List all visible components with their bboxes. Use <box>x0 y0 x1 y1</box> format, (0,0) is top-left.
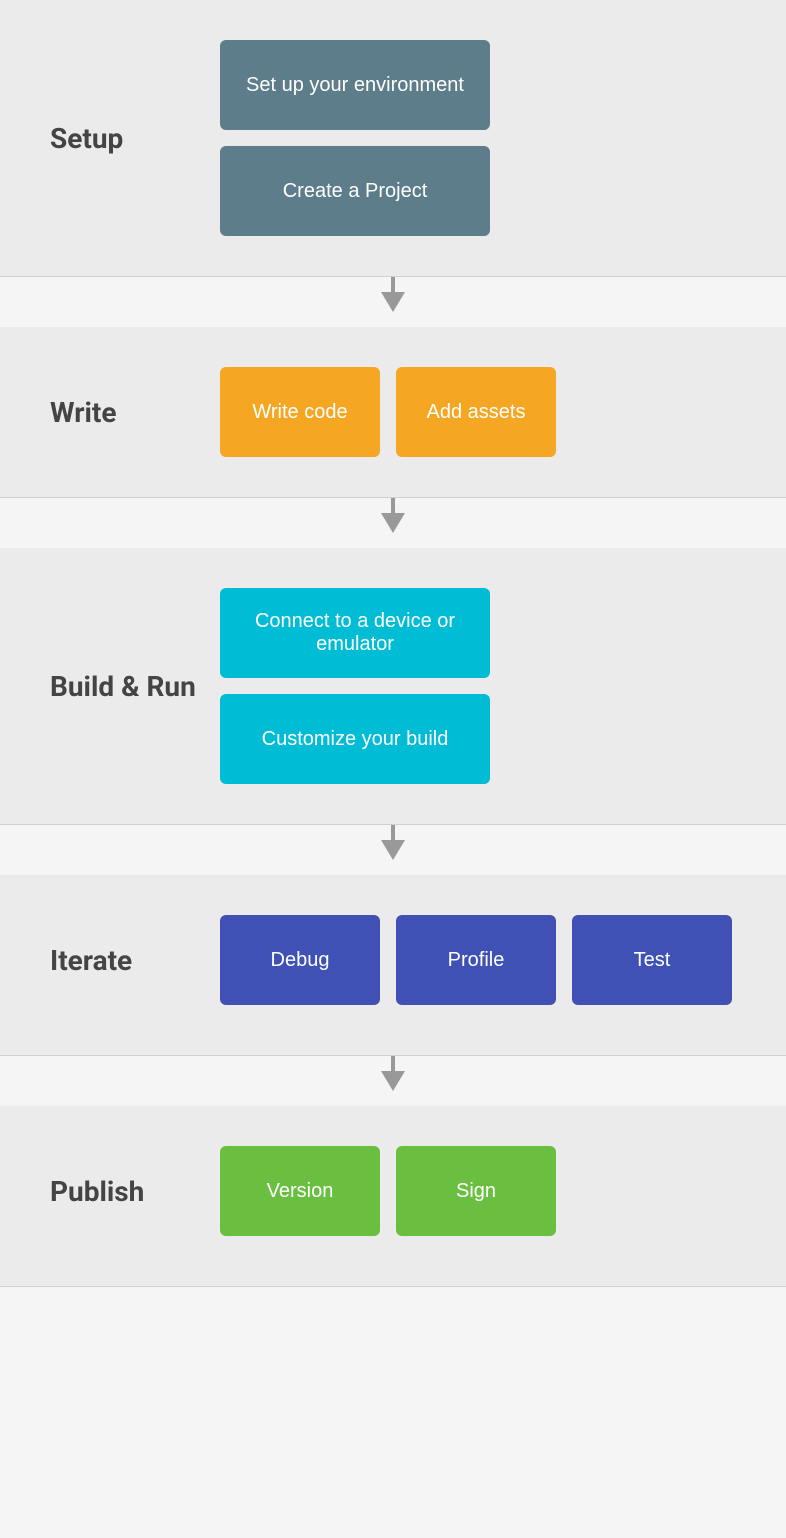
publish-buttons: Version Sign <box>220 1146 786 1236</box>
add-assets-button[interactable]: Add assets <box>396 367 556 457</box>
iterate-label: Iterate <box>0 944 220 977</box>
create-project-button[interactable]: Create a Project <box>220 146 490 236</box>
connect-device-button[interactable]: Connect to a device or emulator <box>220 588 490 678</box>
debug-button[interactable]: Debug <box>220 915 380 1005</box>
setup-section: Setup Set up your environment Create a P… <box>0 0 786 277</box>
set-up-env-button[interactable]: Set up your environment <box>220 40 490 130</box>
publish-section: Publish Version Sign <box>0 1106 786 1287</box>
arrow-down-icon-3 <box>381 840 405 860</box>
buildrun-section: Build & Run Connect to a device or emula… <box>0 548 786 825</box>
sign-button[interactable]: Sign <box>396 1146 556 1236</box>
arrow-1 <box>0 277 786 327</box>
version-button[interactable]: Version <box>220 1146 380 1236</box>
setup-buttons: Set up your environment Create a Project <box>220 40 490 236</box>
write-label: Write <box>0 396 220 429</box>
profile-button[interactable]: Profile <box>396 915 556 1005</box>
buildrun-label: Build & Run <box>0 670 220 703</box>
arrow-4 <box>0 1056 786 1106</box>
write-code-button[interactable]: Write code <box>220 367 380 457</box>
buildrun-buttons: Connect to a device or emulator Customiz… <box>220 588 490 784</box>
publish-label: Publish <box>0 1175 220 1208</box>
setup-label: Setup <box>0 122 220 155</box>
write-section: Write Write code Add assets <box>0 327 786 498</box>
arrow-2 <box>0 498 786 548</box>
iterate-section: Iterate Debug Profile Test <box>0 875 786 1056</box>
test-button[interactable]: Test <box>572 915 732 1005</box>
arrow-down-icon-1 <box>381 292 405 312</box>
customize-build-button[interactable]: Customize your build <box>220 694 490 784</box>
arrow-3 <box>0 825 786 875</box>
write-buttons: Write code Add assets <box>220 367 786 457</box>
iterate-buttons: Debug Profile Test <box>220 915 732 1005</box>
arrow-down-icon-4 <box>381 1071 405 1091</box>
arrow-down-icon-2 <box>381 513 405 533</box>
